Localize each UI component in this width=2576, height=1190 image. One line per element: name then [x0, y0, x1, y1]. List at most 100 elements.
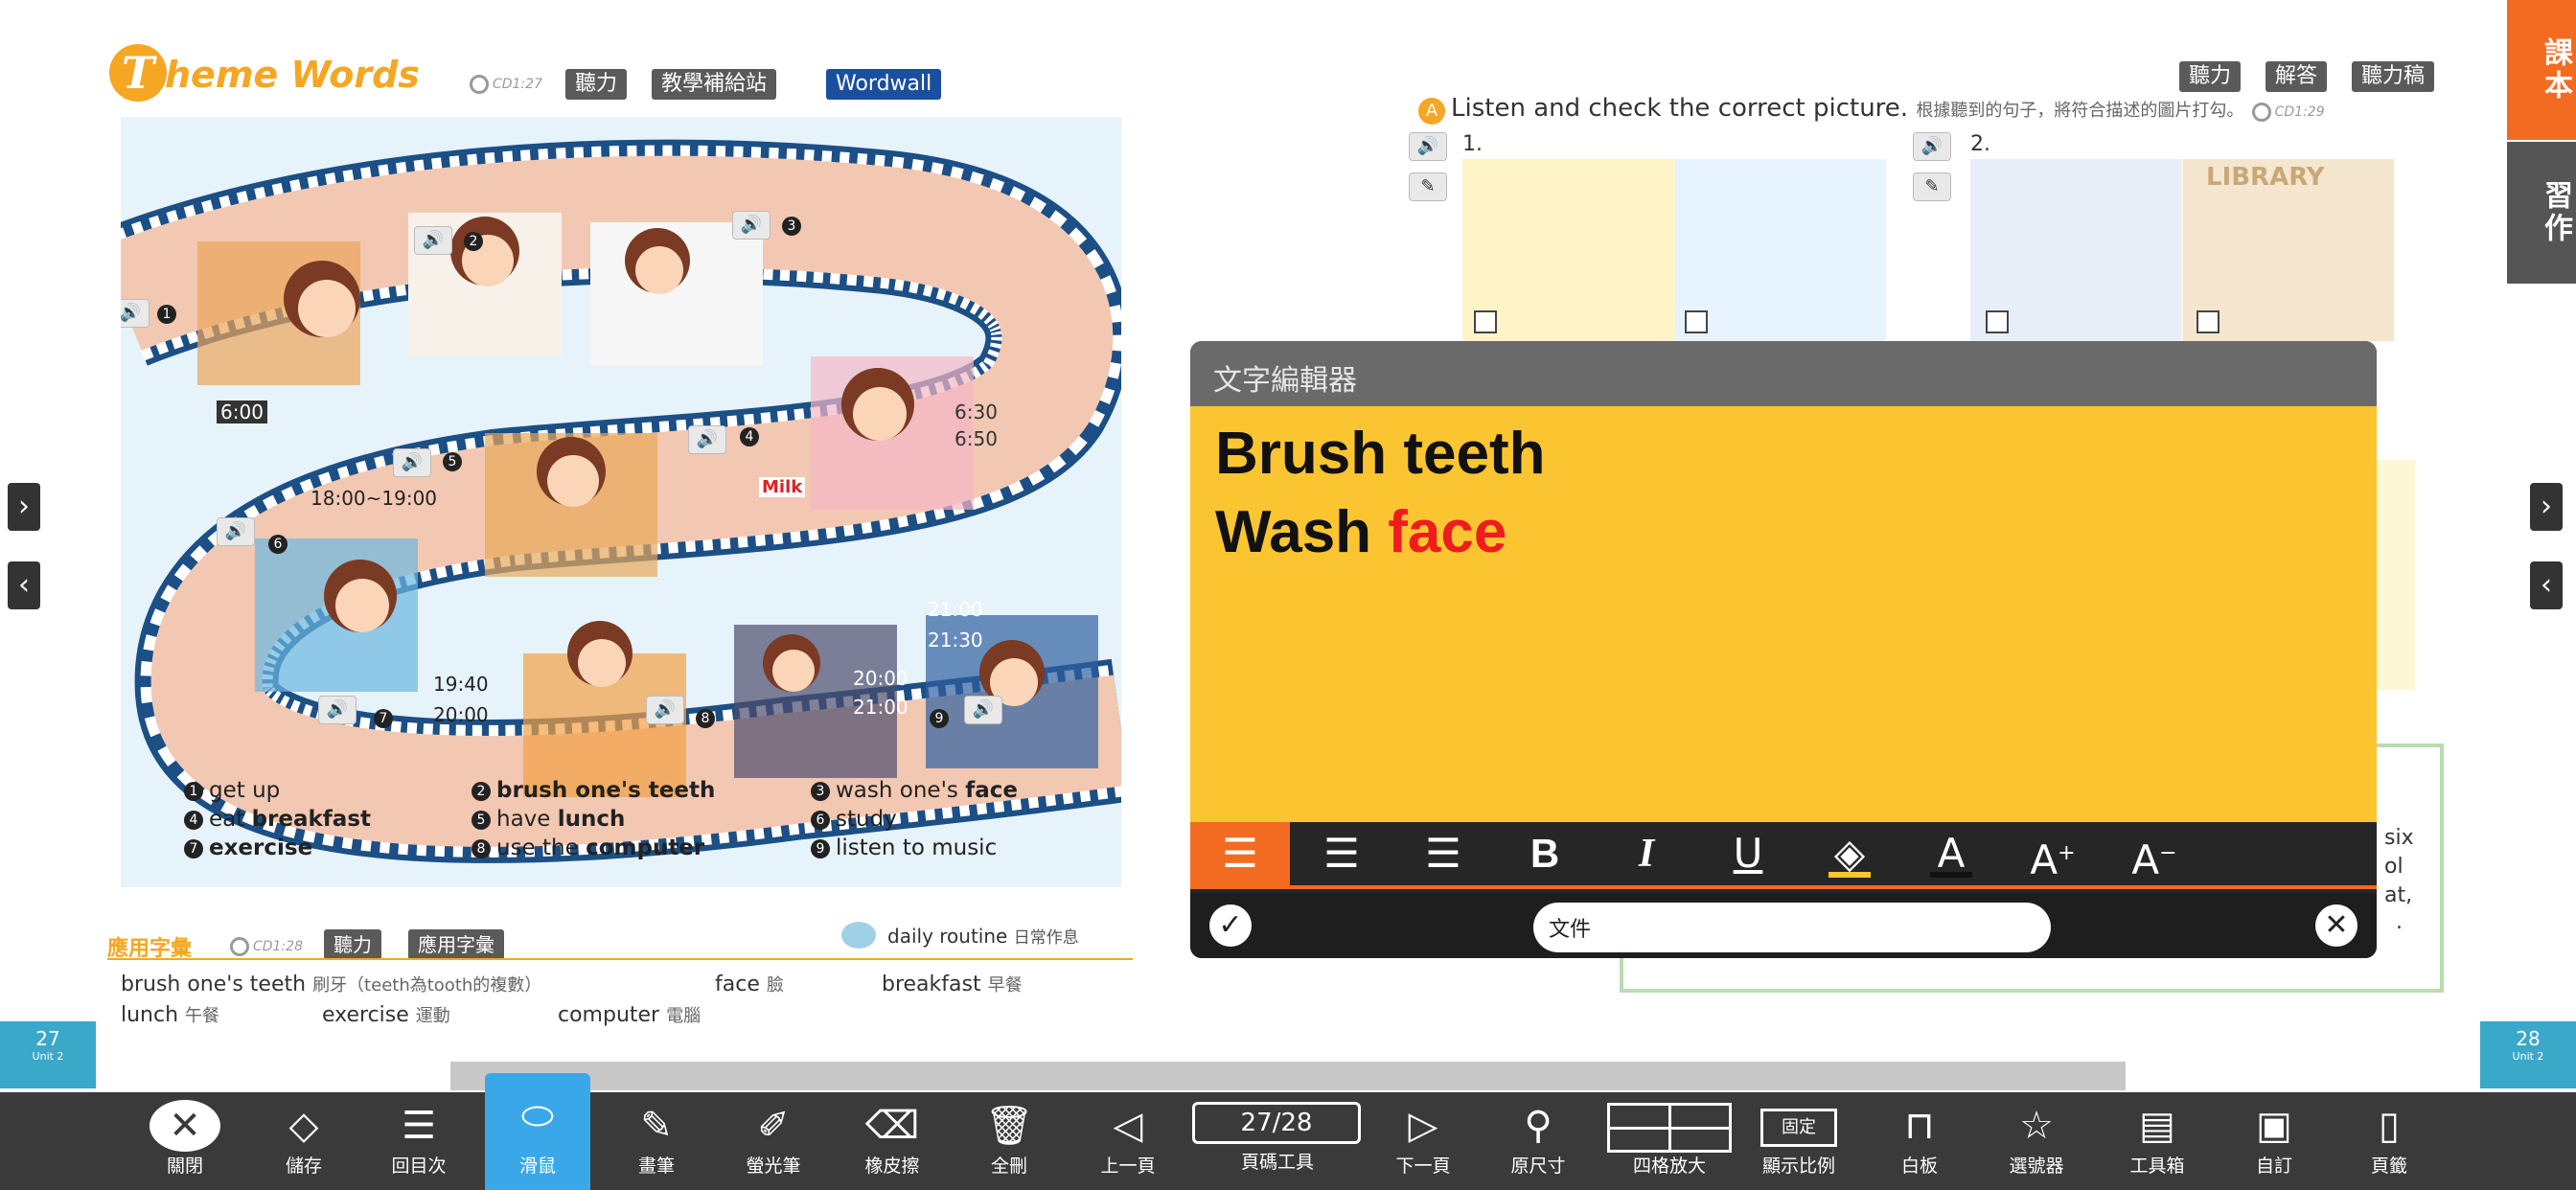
- page-indicator[interactable]: 27/28: [1192, 1102, 1361, 1144]
- applied-vocab-divider: [107, 958, 1133, 960]
- note-icon[interactable]: ✎: [1913, 172, 1951, 201]
- italic-icon[interactable]: I: [1597, 822, 1696, 885]
- checkbox-2b[interactable]: [2196, 310, 2220, 333]
- daily-routine-illustration: April's Daily Routine 1 2 3 4 5 6 7 8 9 …: [121, 117, 1121, 887]
- trash-icon: 🗑: [984, 1104, 1034, 1148]
- display-ratio-tool[interactable]: 固定 顯示比例: [1746, 1092, 1852, 1190]
- next-page-arrow-left[interactable]: ›: [8, 483, 40, 531]
- speaker-icon[interactable]: 🔊: [1913, 132, 1951, 161]
- triangle-right-icon: ▷: [1408, 1104, 1438, 1148]
- vocab-item-9: 9 listen to music: [811, 835, 997, 860]
- eraser-save-icon: ◇: [288, 1104, 319, 1148]
- editor-line-1[interactable]: Brush teeth: [1215, 420, 1545, 488]
- daily-routine-note: daily routine 日常作息: [887, 925, 1079, 948]
- partial-text: .: [2396, 910, 2403, 934]
- time-label: 21:00: [853, 696, 908, 719]
- partial-text: at,: [2384, 883, 2413, 907]
- picker-tool[interactable]: ☆ 選號器: [1984, 1092, 2089, 1190]
- filename-input[interactable]: [1533, 903, 2051, 952]
- close-tool[interactable]: ✕ 關閉: [132, 1092, 238, 1190]
- checkbox-1a[interactable]: [1474, 310, 1497, 333]
- editor-line-2[interactable]: Wash face: [1215, 498, 1506, 566]
- highlighter-icon: ✐: [757, 1104, 790, 1148]
- speaker-icon[interactable]: 🔊: [318, 696, 356, 724]
- listening-tag[interactable]: 聽力: [2179, 61, 2242, 92]
- speaker-icon[interactable]: 🔊: [646, 696, 684, 724]
- checkbox-1b[interactable]: [1685, 310, 1708, 333]
- pen-icon: ✎: [640, 1104, 673, 1148]
- vocab-item-4: 4 eat breakfast: [184, 807, 371, 832]
- next-page-arrow-right[interactable]: ›: [2530, 483, 2563, 531]
- speaker-icon[interactable]: 🔊: [1409, 132, 1447, 161]
- triangle-left-icon: ◁: [1113, 1104, 1143, 1148]
- time-label: 21:00: [928, 598, 983, 621]
- horizontal-scrollbar[interactable]: [450, 1062, 2126, 1090]
- align-left-icon[interactable]: ☰: [1190, 822, 1290, 885]
- speaker-icon[interactable]: 🔊: [393, 448, 431, 477]
- word-item: computer 電腦: [558, 1003, 702, 1027]
- clear-all-tool[interactable]: 🗑 全刪: [956, 1092, 1062, 1190]
- page-turn-tool[interactable]: ▯ 頁籤: [2336, 1092, 2442, 1190]
- speaker-icon[interactable]: 🔊: [414, 226, 452, 255]
- scene-number-3: 3: [782, 213, 807, 238]
- toolbox-tool[interactable]: ▤ 工具箱: [2104, 1092, 2210, 1190]
- word-item: face 臉: [715, 973, 784, 996]
- confirm-icon[interactable]: ✓: [1209, 904, 1252, 947]
- close-icon[interactable]: ✕: [2315, 904, 2358, 947]
- listening-tag[interactable]: 聽力: [565, 69, 628, 100]
- speaker-icon[interactable]: 🔊: [964, 696, 1002, 724]
- vocab-item-5: 5 have lunch: [472, 807, 625, 832]
- font-bigger-icon[interactable]: A+: [2003, 822, 2103, 885]
- answer-tag[interactable]: 解答: [2266, 61, 2328, 92]
- vocab-item-1: 1 get up: [184, 778, 280, 803]
- align-right-icon[interactable]: ☰: [1393, 822, 1493, 885]
- time-label: 6:30: [954, 400, 998, 423]
- workbook-tab[interactable]: 習作: [2507, 142, 2576, 284]
- four-zoom-tool[interactable]: 四格放大: [1604, 1092, 1735, 1190]
- align-center-icon[interactable]: ☰: [1292, 822, 1392, 885]
- time-label: 21:30: [928, 629, 983, 652]
- textbook-tab[interactable]: 課本: [2507, 0, 2576, 140]
- next-page-tool[interactable]: ▷ 下一頁: [1370, 1092, 1476, 1190]
- mouse-tool[interactable]: ⬭ 滑鼠: [485, 1073, 590, 1190]
- fill-color-icon[interactable]: ◈: [1800, 822, 1899, 885]
- speaker-icon[interactable]: 🔊: [688, 425, 726, 454]
- star-icon: ☆: [2019, 1104, 2054, 1148]
- text-color-icon[interactable]: A: [1901, 822, 2001, 885]
- vocab-item-3: 3 wash one's face: [811, 778, 1018, 803]
- note-icon[interactable]: ✎: [1409, 172, 1447, 201]
- format-toolbar: ☰ ☰ ☰ B I U ◈ A A+ A−: [1190, 822, 2377, 889]
- underline-icon[interactable]: U: [1698, 822, 1798, 885]
- eraser-tool[interactable]: ⌫ 橡皮擦: [840, 1092, 945, 1190]
- vocab-item-2: 2 brush one's teeth: [472, 778, 715, 803]
- speaker-icon[interactable]: 🔊: [217, 517, 255, 546]
- original-size-tool[interactable]: ⚲ 原尺寸: [1485, 1092, 1591, 1190]
- page-tool[interactable]: 頁碼工具: [1225, 1152, 1330, 1190]
- checkbox-2a[interactable]: [1986, 310, 2009, 333]
- bulb-icon: [841, 922, 876, 949]
- whiteboard-tool[interactable]: ⊓ 白板: [1867, 1092, 1972, 1190]
- text-editor-area[interactable]: Brush teeth Wash face: [1190, 406, 2377, 822]
- listening-tag[interactable]: 聽力: [324, 929, 381, 960]
- page-number-left: 27 Unit 2: [0, 1021, 96, 1088]
- save-tool[interactable]: ◇ 儲存: [251, 1092, 356, 1190]
- highlighter-tool[interactable]: ✐ 螢光筆: [721, 1092, 826, 1190]
- speaker-icon[interactable]: 🔊: [121, 299, 150, 328]
- toc-tool[interactable]: ☰ 回目次: [366, 1092, 472, 1190]
- bold-icon[interactable]: B: [1495, 822, 1595, 885]
- speaker-icon[interactable]: 🔊: [732, 211, 770, 240]
- prev-page-arrow-left[interactable]: ‹: [8, 561, 40, 609]
- applied-vocab-tag[interactable]: 應用字彙: [408, 929, 504, 960]
- custom-tool[interactable]: ▣ 自訂: [2221, 1092, 2327, 1190]
- pen-tool[interactable]: ✎ 畫筆: [604, 1092, 709, 1190]
- prev-page-tool[interactable]: ◁ 上一頁: [1075, 1092, 1181, 1190]
- font-smaller-icon[interactable]: A−: [2104, 822, 2204, 885]
- theme-badge: T: [109, 44, 167, 102]
- prev-page-arrow-right[interactable]: ‹: [2530, 561, 2563, 609]
- listening-script-tag[interactable]: 聽力稿: [2352, 61, 2435, 92]
- item-number-2: 2.: [1970, 132, 1990, 156]
- scene-number-8: 8: [696, 705, 721, 730]
- toolbox-icon: ▤: [2139, 1104, 2175, 1148]
- teaching-supply-tag[interactable]: 教學補給站: [652, 69, 777, 100]
- wordwall-tag[interactable]: Wordwall: [826, 69, 942, 100]
